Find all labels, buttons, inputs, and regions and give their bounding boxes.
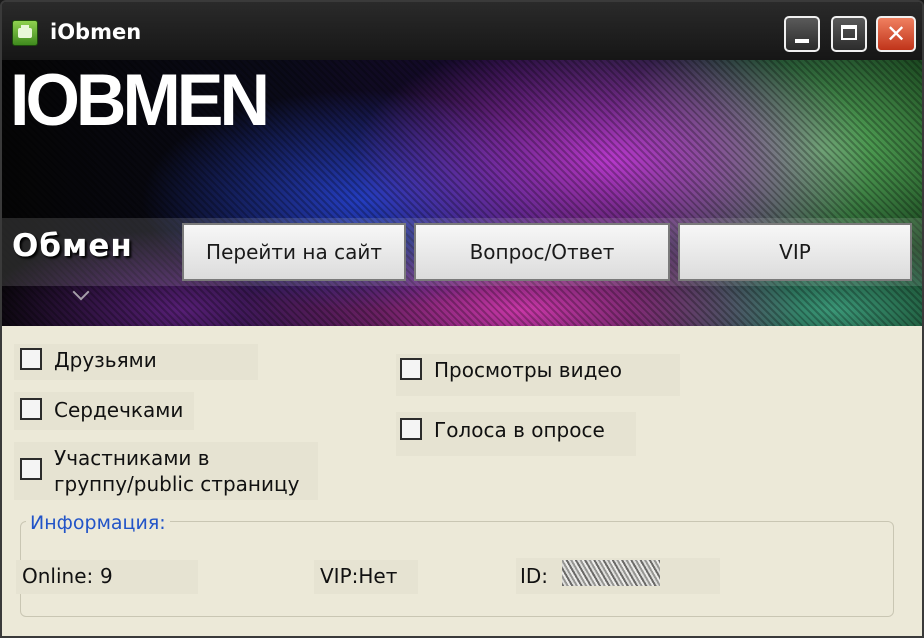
info-title: Информация: — [26, 512, 170, 534]
option-label: Просмотры видео — [434, 358, 622, 382]
option-group-members[interactable]: Участниками в группу/public страницу — [20, 446, 310, 498]
id-value-redacted — [562, 560, 660, 586]
header-banner: IOBMEN Обмен Перейти на сайт Вопрос/Отве… — [2, 59, 922, 326]
maximize-button[interactable] — [831, 16, 867, 52]
minimize-button[interactable] — [784, 16, 820, 52]
vip-button[interactable]: VIP — [678, 223, 912, 281]
online-value: 9 — [100, 564, 113, 588]
minimize-icon — [795, 39, 809, 43]
option-label: Друзьями — [54, 348, 157, 372]
id-label: ID: — [520, 564, 549, 588]
main-panel: Друзьями Сердечками Участниками в группу… — [2, 326, 922, 636]
logo: IOBMEN — [10, 59, 270, 141]
app-window: iObmen ✕ IOBMEN Обмен Перейти на сайт Во… — [0, 0, 924, 638]
checkbox[interactable] — [20, 398, 42, 420]
close-icon: ✕ — [885, 20, 907, 48]
window-title: iObmen — [50, 20, 142, 44]
option-label-line1: Участниками в — [54, 446, 210, 470]
maximize-icon — [841, 25, 857, 40]
option-label: Сердечками — [54, 398, 184, 422]
option-hearts[interactable]: Сердечками — [20, 398, 190, 426]
app-icon — [12, 20, 38, 46]
tab-obmen[interactable]: Обмен — [12, 228, 133, 264]
checkbox[interactable] — [400, 358, 422, 380]
close-button[interactable]: ✕ — [876, 16, 916, 52]
checkbox[interactable] — [400, 418, 422, 440]
option-label-line2: группу/public страницу — [54, 472, 300, 496]
vip-status: VIP:Нет — [320, 564, 398, 588]
checkbox[interactable] — [20, 348, 42, 370]
faq-button[interactable]: Вопрос/Ответ — [414, 223, 670, 281]
option-friends[interactable]: Друзьями — [20, 348, 240, 376]
checkbox[interactable] — [20, 458, 42, 480]
option-poll-votes[interactable]: Голоса в опросе — [400, 418, 630, 446]
go-to-site-button[interactable]: Перейти на сайт — [182, 223, 406, 281]
online-label: Online: — [22, 564, 94, 588]
chevron-down-icon — [75, 286, 91, 302]
title-bar[interactable]: iObmen ✕ — [2, 2, 922, 60]
option-label: Голоса в опросе — [434, 418, 605, 442]
option-video-views[interactable]: Просмотры видео — [400, 358, 670, 386]
